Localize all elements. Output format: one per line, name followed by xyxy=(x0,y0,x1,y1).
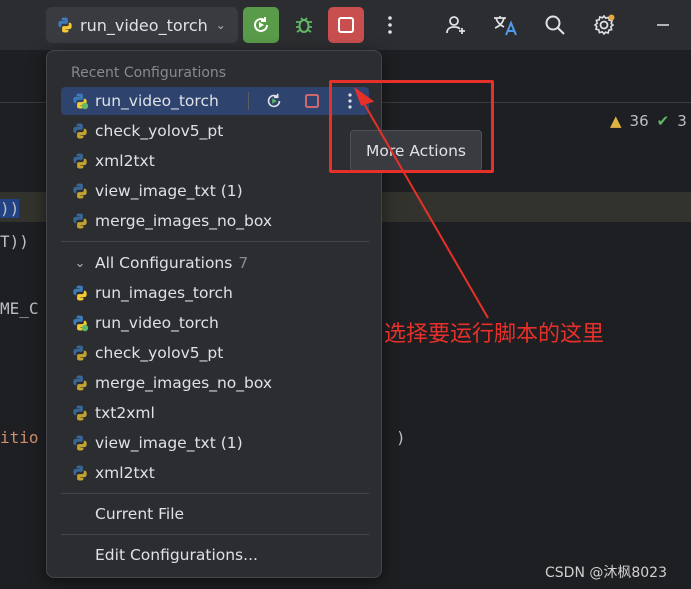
recent-configurations-title: Recent Configurations xyxy=(71,65,227,81)
code-fragment: itio xyxy=(0,428,39,447)
config-item[interactable]: txt2xml xyxy=(61,399,369,427)
rerun-icon xyxy=(267,93,281,108)
config-label: check_yolov5_pt xyxy=(95,344,224,362)
python-icon xyxy=(73,375,87,391)
settings-button[interactable] xyxy=(586,7,622,43)
python-icon xyxy=(73,213,87,229)
annotation-text: 选择要运行脚本的这里 xyxy=(384,322,605,347)
recent-config-item[interactable]: check_yolov5_pt xyxy=(61,117,369,145)
translate-icon xyxy=(494,16,517,36)
config-label: merge_images_no_box xyxy=(95,212,273,230)
separator xyxy=(248,92,249,110)
chevron-down-icon: ⌄ xyxy=(215,18,226,32)
debug-icon xyxy=(296,17,312,33)
config-label: view_image_txt (1) xyxy=(95,182,243,200)
recent-config-item[interactable]: xml2txt xyxy=(61,147,369,175)
more-vertical-icon xyxy=(388,16,392,34)
watermark: CSDN @沐枫8023 xyxy=(545,565,667,581)
python-icon xyxy=(73,435,87,451)
search-icon xyxy=(545,15,565,35)
main-toolbar: run_video_torch ⌄ xyxy=(0,0,691,50)
code-fragment: T)) xyxy=(0,232,29,251)
edit-configurations-item[interactable]: Edit Configurations... xyxy=(95,546,258,564)
run-config-selector[interactable]: run_video_torch ⌄ xyxy=(46,7,238,43)
python-icon xyxy=(58,17,72,33)
all-configurations-count: 7 xyxy=(238,254,249,272)
config-label: merge_images_no_box xyxy=(95,374,273,392)
stop-button[interactable] xyxy=(328,7,364,43)
add-user-icon xyxy=(446,16,465,34)
config-label: run_images_torch xyxy=(95,284,233,302)
python-icon xyxy=(73,123,87,139)
rerun-config-button[interactable] xyxy=(261,87,287,115)
code-fragment: ME_C xyxy=(0,299,39,318)
current-file-item[interactable]: Current File xyxy=(95,505,184,523)
python-icon xyxy=(73,345,87,361)
python-icon xyxy=(73,285,87,301)
rerun-button[interactable] xyxy=(243,7,279,43)
config-label: xml2txt xyxy=(95,152,155,170)
minimize-button[interactable] xyxy=(645,7,681,43)
stop-icon xyxy=(338,17,354,33)
inspection-widget[interactable]: ▲ 36 ✔ 3 xyxy=(610,112,687,130)
debug-button[interactable] xyxy=(286,7,322,43)
config-label: view_image_txt (1) xyxy=(95,434,243,452)
stop-config-button[interactable] xyxy=(299,87,325,115)
config-label: run_video_torch xyxy=(95,92,219,110)
all-configurations-group[interactable]: ⌄ All Configurations 7 xyxy=(61,249,369,277)
python-icon xyxy=(73,153,87,169)
warning-count: 36 xyxy=(629,112,649,130)
recent-config-item[interactable]: view_image_txt (1) xyxy=(61,177,369,205)
rerun-icon xyxy=(254,17,268,32)
config-label: check_yolov5_pt xyxy=(95,122,224,140)
python-icon xyxy=(73,405,87,421)
recent-config-item[interactable]: merge_images_no_box xyxy=(61,207,369,235)
code-text: )) xyxy=(0,199,20,218)
recent-config-item[interactable]: run_video_torch xyxy=(61,87,369,115)
config-label: run_video_torch xyxy=(95,314,219,332)
python-icon xyxy=(73,465,87,481)
code-fragment: )) xyxy=(0,199,20,218)
translate-button[interactable] xyxy=(488,7,524,43)
code-fragment: ) xyxy=(396,428,406,447)
config-item[interactable]: check_yolov5_pt xyxy=(61,339,369,367)
python-run-icon xyxy=(73,93,89,110)
stop-icon xyxy=(305,94,319,108)
popup-divider xyxy=(61,534,369,535)
check-count: 3 xyxy=(677,112,687,130)
warning-icon: ▲ xyxy=(610,112,622,130)
config-item[interactable]: run_images_torch xyxy=(61,279,369,307)
annotation-highlight-box xyxy=(329,80,494,173)
config-item[interactable]: view_image_txt (1) xyxy=(61,429,369,457)
all-configurations-title: All Configurations xyxy=(95,254,233,272)
config-label: txt2xml xyxy=(95,404,155,422)
config-label: xml2txt xyxy=(95,464,155,482)
popup-divider xyxy=(61,493,369,494)
settings-icon xyxy=(593,14,615,36)
config-item[interactable]: xml2txt xyxy=(61,459,369,487)
config-item[interactable]: run_video_torch xyxy=(61,309,369,337)
popup-divider xyxy=(61,241,369,242)
python-icon xyxy=(73,183,87,199)
python-run-icon xyxy=(73,315,89,332)
code-with-me-button[interactable] xyxy=(438,7,474,43)
check-icon: ✔ xyxy=(656,112,670,130)
config-item[interactable]: merge_images_no_box xyxy=(61,369,369,397)
minimize-icon xyxy=(657,24,669,26)
chevron-down-icon: ⌄ xyxy=(74,255,86,271)
more-options-button[interactable] xyxy=(372,7,408,43)
run-config-label: run_video_torch xyxy=(80,15,208,35)
search-button[interactable] xyxy=(537,7,573,43)
